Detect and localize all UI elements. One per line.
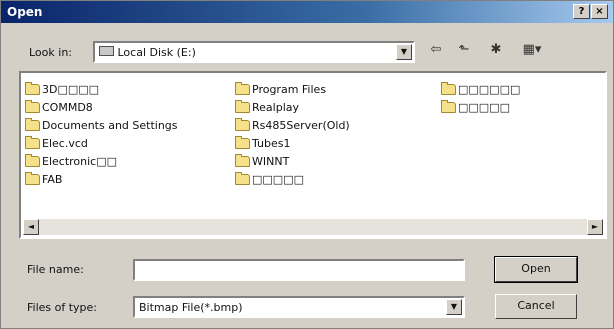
lookin-combo[interactable]: Local Disk (E:) ▼ (93, 41, 415, 63)
list-item-label: □□□□□ (252, 172, 304, 186)
list-item[interactable]: COMMD8 (25, 99, 93, 115)
list-item-label: WINNT (252, 154, 290, 168)
folder-icon (235, 153, 250, 167)
chevron-down-icon[interactable]: ▼ (396, 44, 412, 60)
list-item[interactable]: □□□□□ (235, 171, 304, 187)
view-menu-icon[interactable]: ▦▾ (515, 39, 549, 61)
filename-label: File name: (27, 263, 84, 276)
list-item[interactable]: WINNT (235, 153, 289, 169)
back-icon[interactable]: ⇦ (425, 39, 447, 61)
horizontal-scrollbar[interactable]: ◄ ► (23, 219, 603, 235)
folder-icon (441, 81, 456, 95)
list-item-label: Realplay (252, 100, 300, 114)
lookin-label: Look in: (29, 46, 72, 59)
chevron-down-icon[interactable]: ▼ (446, 299, 462, 315)
list-item-label: Tubes1 (252, 136, 291, 150)
list-item-label: Elec.vcd (42, 136, 88, 150)
file-list[interactable]: 3D□□□□ COMMD8 Documents and Settings Ele… (19, 71, 607, 239)
open-button[interactable]: Open (494, 256, 578, 283)
list-item-label: FAB (42, 172, 63, 186)
folder-icon (235, 135, 250, 149)
folder-icon (441, 99, 456, 113)
folder-icon (235, 81, 250, 95)
folder-icon (235, 99, 250, 113)
drive-icon (99, 46, 114, 56)
list-item[interactable]: Program Files (235, 81, 326, 97)
window-title: Open (7, 5, 43, 19)
lookin-value: Local Disk (E:) (117, 46, 196, 59)
list-item-label: Rs485Server(Old) (252, 118, 350, 132)
cancel-button[interactable]: Cancel (495, 294, 577, 319)
folder-icon (25, 153, 40, 167)
folder-icon (25, 135, 40, 149)
list-item-label: Documents and Settings (42, 118, 178, 132)
new-folder-icon[interactable]: ✱ (485, 39, 507, 61)
list-item[interactable]: 3D□□□□ (25, 81, 99, 97)
folder-icon (235, 171, 250, 185)
close-button[interactable]: × (591, 4, 608, 19)
list-item[interactable]: FAB (25, 171, 62, 187)
folder-icon (25, 117, 40, 131)
scroll-left-icon[interactable]: ◄ (23, 219, 39, 235)
list-item-label: □□□□□□ (458, 82, 521, 96)
filetype-value: Bitmap File(*.bmp) (139, 301, 243, 314)
title-bar[interactable]: Open ? × (1, 1, 613, 23)
folder-icon (235, 117, 250, 131)
lookin-value-wrap: Local Disk (E:) (99, 46, 196, 59)
scroll-right-icon[interactable]: ► (587, 219, 603, 235)
list-item[interactable]: □□□□□□ (441, 81, 520, 97)
filetype-label: Files of type: (27, 301, 98, 314)
list-item[interactable]: □□□□□ (441, 99, 510, 115)
list-item[interactable]: Realplay (235, 99, 299, 115)
list-item-label: Electronic□□ (42, 154, 118, 168)
folder-icon (25, 81, 40, 95)
folder-icon (25, 171, 40, 185)
folder-icon (25, 99, 40, 113)
list-item[interactable]: Elec.vcd (25, 135, 88, 151)
filetype-select[interactable]: Bitmap File(*.bmp) ▼ (133, 296, 465, 318)
list-item[interactable]: Documents and Settings (25, 117, 178, 133)
list-item[interactable]: Rs485Server(Old) (235, 117, 350, 133)
list-item-label: Program Files (252, 82, 327, 96)
list-item-label: COMMD8 (42, 100, 93, 114)
open-dialog: Open ? × Look in: Local Disk (E:) ▼ ⇦ ⬑ … (0, 0, 614, 329)
filename-input[interactable] (133, 259, 465, 281)
list-item[interactable]: Tubes1 (235, 135, 291, 151)
list-item-label: □□□□□ (458, 100, 510, 114)
help-button[interactable]: ? (573, 4, 590, 19)
list-item[interactable]: Electronic□□ (25, 153, 117, 169)
list-item-label: 3D□□□□ (42, 82, 100, 96)
up-folder-icon[interactable]: ⬑ (453, 39, 475, 61)
